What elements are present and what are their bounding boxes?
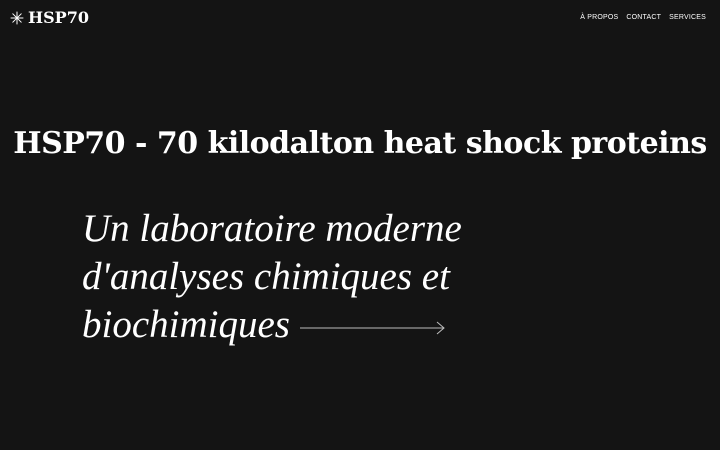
top-bar: HSP70 À PROPOS CONTACT SERVICES xyxy=(0,0,720,40)
main-nav: À PROPOS CONTACT SERVICES xyxy=(580,14,706,21)
brand-name: HSP70 xyxy=(28,8,89,27)
long-arrow-right-icon[interactable] xyxy=(299,321,446,335)
nav-link-contact[interactable]: CONTACT xyxy=(626,14,661,21)
page: HSP70 À PROPOS CONTACT SERVICES HSP70 - … xyxy=(0,0,720,450)
hero-headline: HSP70 - 70 kilodalton heat shock protein… xyxy=(13,126,707,161)
nav-link-a-propos[interactable]: À PROPOS xyxy=(580,14,618,21)
asterisk-star-icon xyxy=(10,11,24,25)
brand-logo-link[interactable]: HSP70 xyxy=(10,9,89,27)
hero-tagline: Un laboratoire moderne d'analyses chimiq… xyxy=(82,205,552,349)
nav-link-services[interactable]: SERVICES xyxy=(669,14,706,21)
